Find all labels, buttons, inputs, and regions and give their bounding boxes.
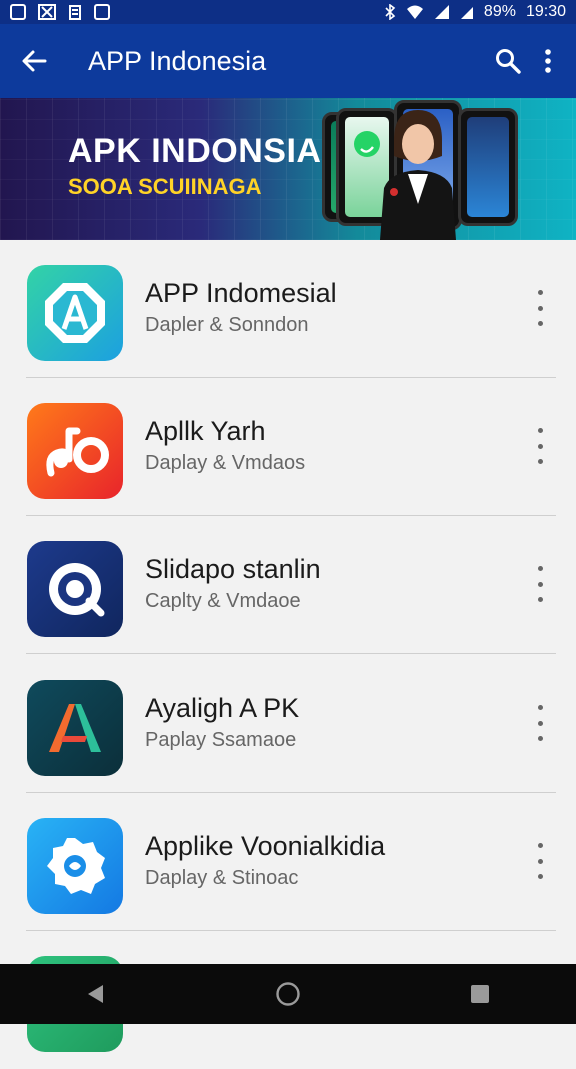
bluetooth-icon: [385, 4, 396, 20]
more-vert-icon[interactable]: [530, 566, 550, 602]
list-item[interactable]: APP Indomesial Dapler & Sonndon: [0, 240, 576, 378]
banner-headline: APK INDONSIA: [68, 132, 322, 170]
x-icon: [38, 4, 56, 20]
app-subtitle: Daplay & Stinoac: [145, 867, 299, 889]
app-name: APP Indomesial: [145, 278, 337, 308]
app-subtitle: Daplay & Vmdaos: [145, 452, 306, 474]
nav-home-button[interactable]: [258, 964, 318, 1024]
app-list: APP Indomesial Dapler & Sonndon Apllk Ya…: [0, 240, 576, 1052]
app-icon: [27, 541, 123, 637]
list-item[interactable]: Ayaligh A PK Paplay Ssamaoe: [0, 655, 576, 793]
app-name: Applike Voonialkidia: [145, 831, 386, 861]
back-button[interactable]: [16, 43, 52, 79]
app-name: Ayaligh A PK: [145, 693, 300, 723]
more-vert-icon[interactable]: [530, 290, 550, 326]
divider: [26, 653, 556, 654]
battery-small-icon: [69, 5, 81, 20]
letter-a-icon: [49, 704, 101, 752]
signal-icon: [434, 5, 449, 19]
more-vert-icon: [545, 49, 551, 73]
app-subtitle: Caplty & Vmdaoe: [145, 590, 301, 612]
nav-recents-button[interactable]: [450, 964, 510, 1024]
app-icon: [27, 403, 123, 499]
phone-illustration-4: [458, 108, 518, 226]
app-name: Apllk Yarh: [145, 416, 266, 446]
gear-icon: [47, 838, 105, 894]
octagon-a-icon: [45, 283, 105, 343]
notification-a-icon: [10, 4, 26, 20]
list-item[interactable]: Slidapo stanlin Caplty & Vmdaoe: [0, 516, 576, 654]
app-icon: [27, 818, 123, 914]
image-icon: [94, 4, 110, 20]
presenter-illustration: [380, 110, 456, 240]
nav-back-button[interactable]: [66, 964, 126, 1024]
status-bar: 89% 19:30: [0, 0, 576, 24]
banner-subline: SOOA SCUIINAGA: [68, 174, 262, 199]
battery-percent: 89%: [483, 3, 516, 20]
circle-home-icon: [276, 982, 300, 1006]
arrow-back-icon: [22, 50, 47, 72]
triangle-back-icon: [88, 985, 103, 1003]
app-bar: APP Indonesia: [0, 24, 576, 98]
wifi-icon: [406, 5, 423, 19]
music-note-icon: [46, 427, 109, 477]
signal-2-icon: [460, 7, 473, 19]
system-nav-bar: [0, 964, 576, 1024]
search-icon: [496, 49, 521, 74]
list-item[interactable]: Applike Voonialkidia Daplay & Stinoac: [0, 793, 576, 931]
search-button[interactable]: [488, 41, 528, 81]
app-icon: [27, 680, 123, 776]
overflow-menu-button[interactable]: [528, 41, 568, 81]
at-sign-icon: [49, 563, 105, 617]
app-name: Slidapo stanlin: [145, 554, 321, 584]
more-vert-icon[interactable]: [530, 843, 550, 879]
square-recents-icon: [471, 985, 489, 1003]
promo-banner[interactable]: APK INDONSIA SOOA SCUIINAGA: [0, 98, 576, 240]
notification-icons: [10, 4, 110, 20]
clock: 19:30: [525, 3, 566, 20]
app-subtitle: Dapler & Sonndon: [145, 314, 309, 336]
more-vert-icon[interactable]: [530, 428, 550, 464]
app-icon: [27, 265, 123, 361]
list-item[interactable]: Apllk Yarh Daplay & Vmdaos: [0, 378, 576, 516]
app-subtitle: Paplay Ssamaoe: [145, 729, 297, 751]
more-vert-icon[interactable]: [530, 705, 550, 741]
page-title: APP Indonesia: [88, 45, 267, 76]
